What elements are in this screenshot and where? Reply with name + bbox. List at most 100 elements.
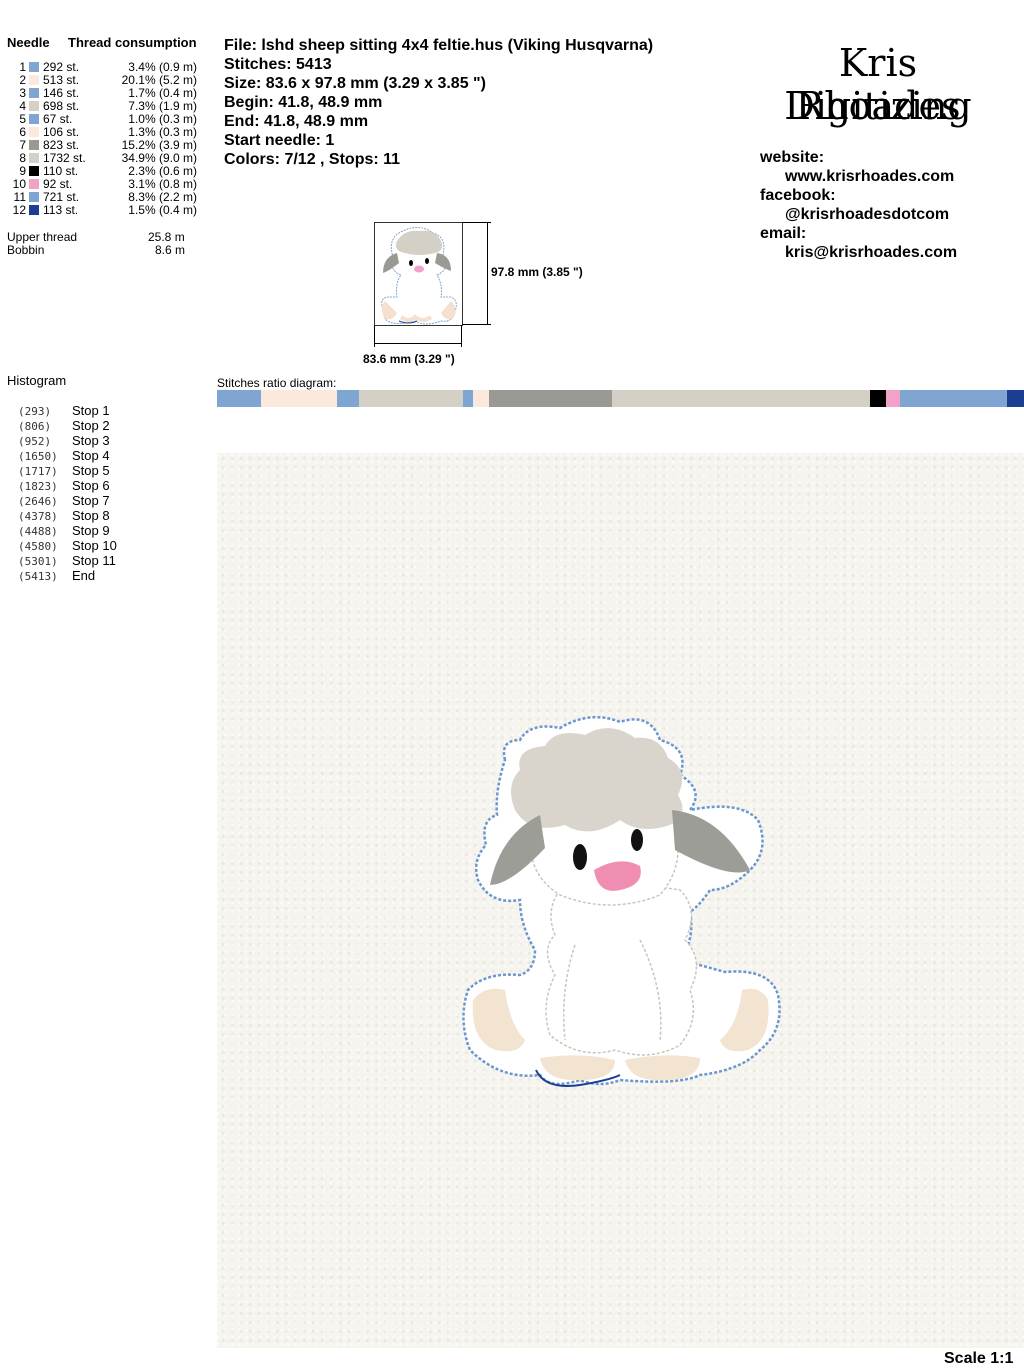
thread-color-swatch	[29, 88, 39, 98]
histogram-row: (4378) Stop 8	[18, 508, 110, 524]
ratio-segment	[869, 390, 886, 407]
histogram-stop-label: Stop 7	[72, 493, 110, 508]
height-dimension-label: 97.8 mm (3.85 ")	[491, 265, 583, 279]
histogram-count: (5301)	[18, 555, 58, 568]
sheep-design	[462, 716, 781, 1087]
histogram-count: (1823)	[18, 480, 58, 493]
end-position: End: 41.8, 48.9 mm	[224, 113, 369, 130]
histogram-row: (4488) Stop 9	[18, 523, 110, 539]
email-label: email:	[760, 225, 807, 242]
ratio-segment	[1006, 390, 1024, 407]
thread-color-swatch	[29, 166, 39, 176]
thread-color-swatch	[29, 140, 39, 150]
histogram-stop-label: Stop 5	[72, 463, 110, 478]
histogram-count: (952)	[18, 435, 52, 448]
histogram-row: (4580) Stop 10	[18, 538, 117, 554]
facebook-label: facebook:	[760, 187, 836, 204]
histogram-stop-label: End	[72, 568, 96, 583]
width-dimension-tick-right	[461, 325, 462, 347]
height-dimension-tick-top	[462, 222, 491, 223]
ratio-segment	[885, 390, 900, 407]
stitch-count: 113 st.	[43, 203, 79, 217]
width-dimension-label: 83.6 mm (3.29 ")	[363, 352, 455, 366]
needle-row: 12 113 st. 1.5% (0.4 m)	[8, 204, 208, 217]
histogram-count: (4580)	[18, 540, 58, 553]
histogram-count: (1717)	[18, 465, 58, 478]
ratio-segment	[488, 390, 612, 407]
histogram-count: (4488)	[18, 525, 58, 538]
histogram-count: (4378)	[18, 510, 58, 523]
needle-header: Needle	[7, 35, 50, 50]
start-needle: Start needle: 1	[224, 132, 335, 149]
colors-stops: Colors: 7/12 , Stops: 11	[224, 151, 401, 168]
histogram-stop-label: Stop 6	[72, 478, 110, 493]
histogram-stop-label: Stop 8	[72, 508, 110, 523]
thread-color-swatch	[29, 101, 39, 111]
histogram-title: Histogram	[7, 373, 67, 388]
width-dimension-tick-left	[374, 325, 375, 347]
ratio-segment	[472, 390, 489, 407]
design-canvas	[217, 453, 1024, 1348]
histogram-count: (5413)	[18, 570, 58, 583]
thread-color-swatch	[29, 127, 39, 137]
width-dimension-line	[374, 343, 462, 344]
histogram-row: (293) Stop 1	[18, 403, 110, 419]
histogram-row: (952) Stop 3	[18, 433, 110, 449]
histogram-row: (5413) End	[18, 568, 95, 584]
begin-position: Begin: 41.8, 48.9 mm	[224, 94, 383, 111]
facebook-link[interactable]: @krisrhoadesdotcom	[785, 205, 949, 224]
histogram-stop-label: Stop 3	[72, 433, 110, 448]
stitch-count: Stitches: 5413	[224, 56, 332, 73]
scale-label: Scale 1:1	[944, 1350, 1014, 1367]
histogram-row: (1717) Stop 5	[18, 463, 110, 479]
ratio-segment	[359, 390, 464, 407]
histogram-row: (5301) Stop 11	[18, 553, 116, 569]
thread-consumption-header: Thread consumption	[68, 35, 197, 50]
height-dimension-line	[487, 222, 488, 325]
ratio-segment	[611, 390, 870, 407]
histogram-stop-label: Stop 4	[72, 448, 110, 463]
thread-color-swatch	[29, 75, 39, 85]
thread-color-swatch	[29, 114, 39, 124]
ratio-segment	[260, 390, 338, 407]
histogram-count: (1650)	[18, 450, 58, 463]
needle-number: 12	[12, 203, 26, 217]
histogram-stop-label: Stop 9	[72, 523, 110, 538]
website-link[interactable]: www.krisrhoades.com	[785, 167, 954, 186]
thread-color-swatch	[29, 192, 39, 202]
thread-color-swatch	[29, 205, 39, 215]
histogram-stop-label: Stop 2	[72, 418, 110, 433]
height-dimension-tick-bottom	[462, 324, 491, 325]
histogram-count: (293)	[18, 405, 52, 418]
stitches-ratio-bar	[217, 390, 1024, 407]
ratio-segment	[217, 390, 261, 407]
histogram-stop-label: Stop 11	[72, 553, 116, 568]
histogram-stop-label: Stop 10	[72, 538, 117, 553]
ratio-segment	[337, 390, 359, 407]
ratio-segment	[899, 390, 1007, 407]
website-label: website:	[760, 149, 825, 166]
ratio-title: Stitches ratio diagram:	[217, 376, 337, 390]
thread-color-swatch	[29, 153, 39, 163]
email-link[interactable]: kris@krisrhoades.com	[785, 243, 957, 262]
design-size: Size: 83.6 x 97.8 mm (3.29 x 3.85 ")	[224, 75, 486, 92]
ratio-segment	[463, 390, 473, 407]
histogram-row: (1823) Stop 6	[18, 478, 110, 494]
bobbin-label: Bobbin	[7, 243, 45, 257]
design-preview	[374, 222, 463, 326]
eye-left	[573, 844, 587, 870]
histogram-row: (806) Stop 2	[18, 418, 110, 434]
thread-percent: 1.5% (0.4 m)	[128, 203, 197, 217]
brand-title-line2: Digitizing	[784, 84, 972, 128]
sheep-thumbnail	[381, 227, 457, 325]
bobbin-value: 8.6 m	[155, 243, 186, 257]
file-name: File: lshd sheep sitting 4x4 feltie.hus …	[224, 37, 654, 54]
histogram-count: (806)	[18, 420, 52, 433]
thread-color-swatch	[29, 179, 39, 189]
histogram-count: (2646)	[18, 495, 58, 508]
histogram-stop-label: Stop 1	[72, 403, 110, 418]
histogram-row: (1650) Stop 4	[18, 448, 110, 464]
eye-right	[631, 829, 643, 851]
histogram-row: (2646) Stop 7	[18, 493, 110, 509]
thread-color-swatch	[29, 62, 39, 72]
